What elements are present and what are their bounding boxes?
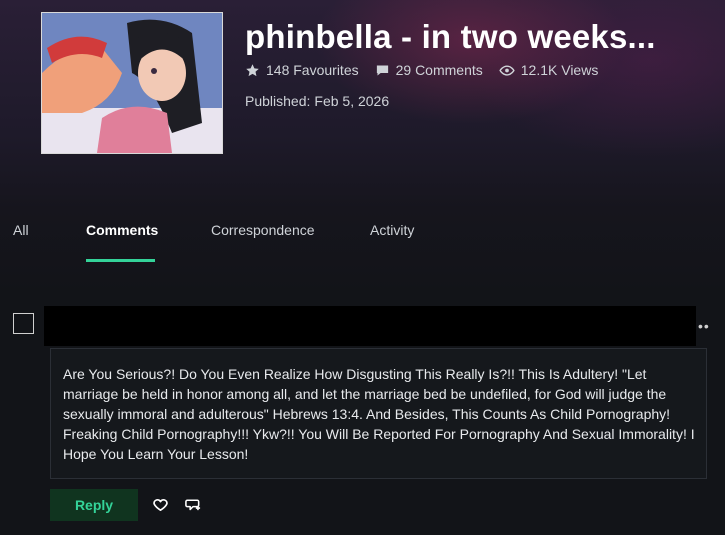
star-icon [246, 63, 259, 76]
redacted-username-bar [44, 306, 696, 346]
tab-correspondence[interactable]: Correspondence [211, 222, 315, 238]
published-label: Published: [245, 93, 311, 109]
tab-activity[interactable]: Activity [370, 222, 414, 238]
comment-text: Are You Serious?! Do You Even Realize Ho… [63, 366, 695, 462]
comment-icon [376, 65, 388, 75]
share-icon[interactable] [184, 496, 202, 513]
comment-thread: •• Are You Serious?! Do You Even Realize… [0, 298, 725, 535]
published-value: Feb 5, 2026 [314, 93, 390, 109]
eye-icon [499, 64, 515, 76]
favourites-stat[interactable]: 148 Favourites [245, 62, 359, 78]
active-tab-indicator [86, 259, 155, 262]
comments-stat[interactable]: 29 Comments [375, 62, 483, 78]
select-checkbox[interactable] [13, 313, 34, 334]
tab-bar: All Comments Correspondence Activity [0, 214, 725, 262]
stats-bar: 148 Favourites 29 Comments 12.1K Views [245, 62, 614, 78]
favourites-count: 148 Favourites [266, 62, 359, 78]
comments-count: 29 Comments [395, 62, 483, 78]
reply-button[interactable]: Reply [50, 489, 138, 521]
deviation-thumbnail[interactable] [41, 12, 223, 154]
published-date: Published: Feb 5, 2026 [245, 93, 389, 109]
page-title: phinbella - in two weeks... [245, 18, 656, 55]
tab-all[interactable]: All [13, 222, 29, 238]
views-count: 12.1K Views [520, 62, 599, 78]
tab-comments[interactable]: Comments [86, 222, 158, 238]
views-stat: 12.1K Views [499, 62, 599, 78]
comment-body: Are You Serious?! Do You Even Realize Ho… [50, 348, 707, 479]
more-icon[interactable]: •• [698, 318, 710, 334]
deviation-header: phinbella - in two weeks... 148 Favourit… [0, 0, 725, 298]
heart-icon[interactable] [152, 496, 169, 513]
